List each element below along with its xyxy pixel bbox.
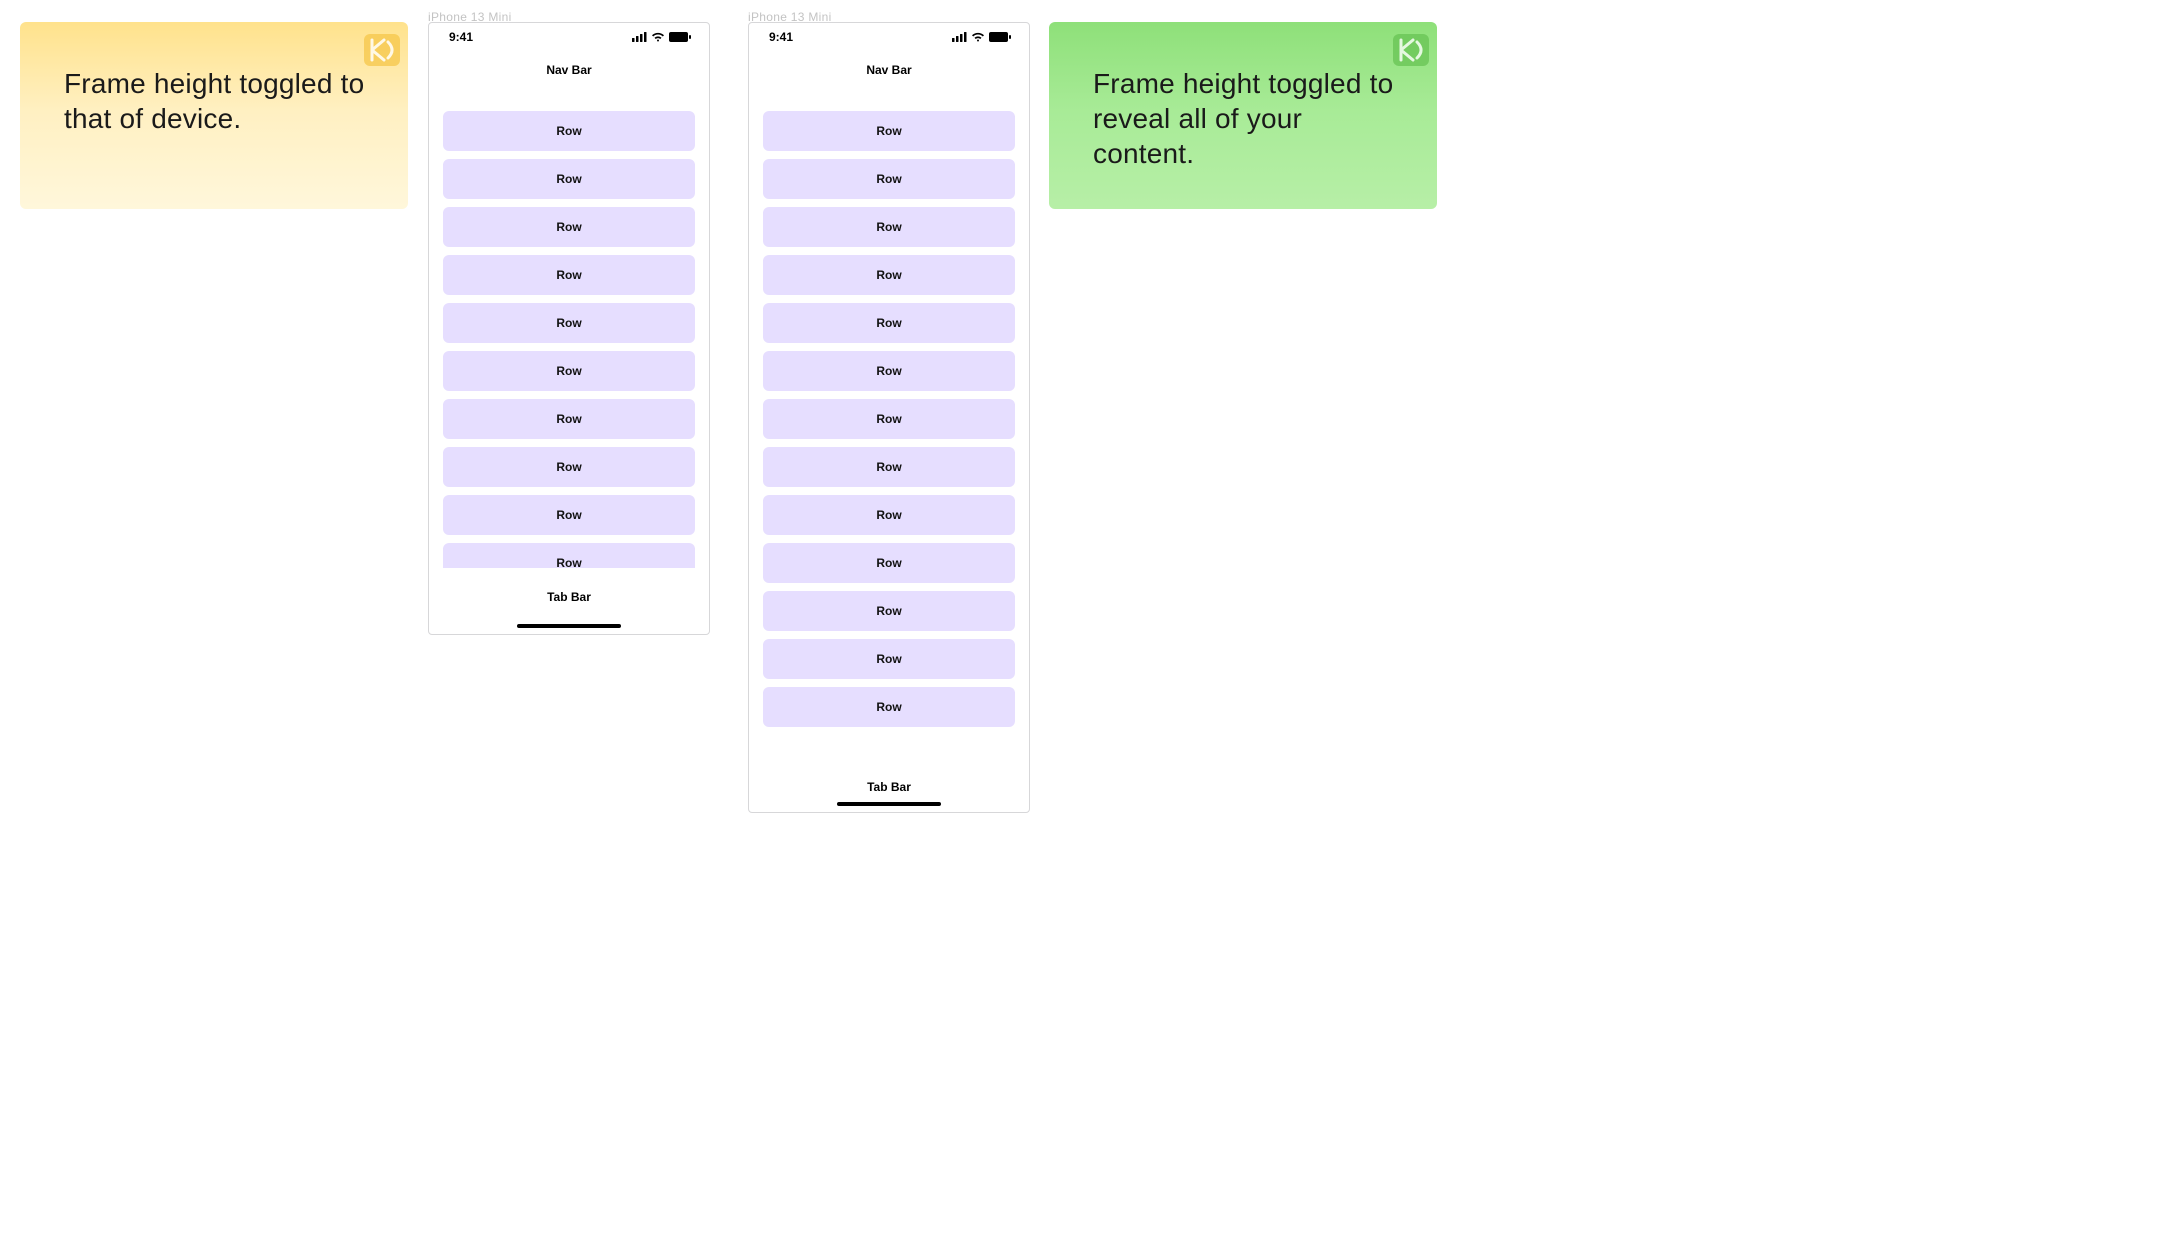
device-frame-expanded: 9:41 Nav Bar RowRowRowRowRowRowRowRowRow… [748,22,1030,813]
list-row[interactable]: Row [763,399,1015,439]
list-row[interactable]: Row [763,591,1015,631]
battery-icon [989,32,1011,42]
status-icons [952,32,1011,42]
home-indicator [517,624,621,628]
list-row[interactable]: Row [443,111,695,151]
home-indicator [837,802,941,806]
nav-bar: Nav Bar [429,51,709,87]
status-bar: 9:41 [749,23,1029,51]
status-time: 9:41 [449,30,473,44]
rows-container-clipped[interactable]: Row Row Row Row Row Row Row Row Row Row [443,111,695,568]
wifi-icon [971,32,985,42]
list-row[interactable]: Row [443,255,695,295]
callout-text: Frame height toggled to reveal all of yo… [1093,66,1401,171]
device-frame-clipped: 9:41 Nav Bar RowRowRowRowRowRowRowRowRow… [428,22,710,635]
nav-bar: Nav Bar [749,51,1029,87]
callout-text: Frame height toggled to that of device. [64,66,372,136]
callout-reveal-content: Frame height toggled to reveal all of yo… [1049,22,1437,209]
list-row[interactable]: Row [763,159,1015,199]
rows-container-expanded: Row Row Row Row Row Row Row Row Row Row Row Row Row [763,111,1015,727]
cellular-icon [632,32,647,42]
list-row[interactable]: Row [763,111,1015,151]
callout-device-height: Frame height toggled to that of device. [20,22,408,209]
logo-icon [362,30,402,70]
list-row[interactable]: Row [443,447,695,487]
wifi-icon [651,32,665,42]
status-bar: 9:41 [429,23,709,51]
list-row[interactable]: Row [443,207,695,247]
list-row[interactable]: Row [763,303,1015,343]
list-row[interactable]: Row [443,543,695,568]
logo-icon [1391,30,1431,70]
list-row[interactable]: Row [763,495,1015,535]
list-row[interactable]: Row [443,159,695,199]
tab-bar: Tab Bar [749,754,1029,794]
list-row[interactable]: Row [443,399,695,439]
cellular-icon [952,32,967,42]
list-row[interactable]: Row [763,639,1015,679]
list-row[interactable]: Row [443,351,695,391]
list-row[interactable]: Row [443,303,695,343]
list-row[interactable]: Row [763,447,1015,487]
list-row[interactable]: Row [763,207,1015,247]
status-icons [632,32,691,42]
list-row[interactable]: Row [763,255,1015,295]
battery-icon [669,32,691,42]
list-row[interactable]: Row [443,495,695,535]
list-row[interactable]: Row [763,543,1015,583]
list-row[interactable]: Row [763,687,1015,727]
list-row[interactable]: Row [763,351,1015,391]
status-time: 9:41 [769,30,793,44]
tab-bar: Tab Bar [429,580,709,604]
